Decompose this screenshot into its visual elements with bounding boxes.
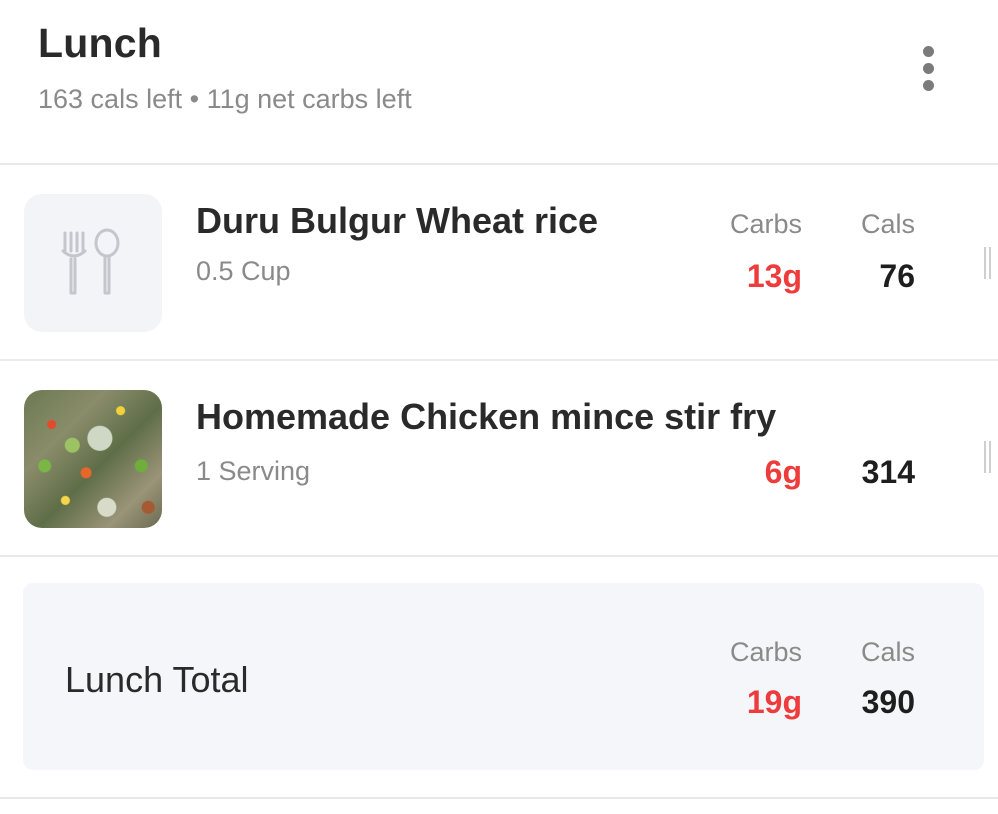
food-serving: 0.5 Cup: [196, 256, 291, 286]
meal-section: Lunch 163 cals left • 11g net carbs left: [0, 0, 998, 814]
total-carbs: 19g: [746, 684, 802, 720]
total-cals: 390: [861, 684, 915, 720]
food-carbs: 6g: [764, 454, 802, 490]
drag-handle-icon[interactable]: [984, 247, 992, 279]
carbs-column-label: Carbs: [729, 637, 802, 667]
meal-total-card: Lunch Total Carbs Cals 19g 390: [23, 583, 984, 770]
cals-left: 163 cals left: [38, 84, 183, 114]
more-options-button[interactable]: [906, 40, 950, 96]
food-name: Homemade Chicken mince stir fry: [196, 396, 777, 437]
food-carbs: 13g: [746, 258, 802, 294]
food-photo: [24, 390, 162, 528]
divider: [0, 555, 998, 557]
food-name: Duru Bulgur Wheat rice: [196, 200, 599, 241]
meal-summary: 163 cals left • 11g net carbs left: [38, 84, 412, 115]
summary-separator: •: [189, 84, 200, 114]
food-item-row[interactable]: Duru Bulgur Wheat rice 0.5 Cup Carbs Cal…: [0, 165, 998, 360]
more-vertical-icon-dot: [922, 79, 934, 91]
food-thumbnail: [24, 194, 162, 332]
divider: [0, 797, 998, 799]
drag-handle-icon[interactable]: [984, 441, 992, 473]
food-serving: 1 Serving: [196, 456, 311, 486]
cals-column-label: Cals: [860, 209, 915, 239]
meal-title: Lunch: [38, 20, 162, 66]
food-cals: 76: [879, 258, 915, 294]
fork-spoon-icon: [61, 228, 120, 295]
net-carbs-left: 11g net carbs left: [206, 84, 412, 114]
cals-column-label: Cals: [860, 637, 915, 667]
more-vertical-icon: [922, 45, 934, 57]
carbs-column-label: Carbs: [729, 209, 802, 239]
meal-header: Lunch 163 cals left • 11g net carbs left: [0, 0, 998, 164]
food-cals: 314: [861, 454, 915, 490]
more-vertical-icon-dot: [922, 62, 934, 74]
food-item-row[interactable]: Homemade Chicken mince stir fry 1 Servin…: [0, 361, 998, 556]
total-label: Lunch Total: [65, 659, 249, 700]
